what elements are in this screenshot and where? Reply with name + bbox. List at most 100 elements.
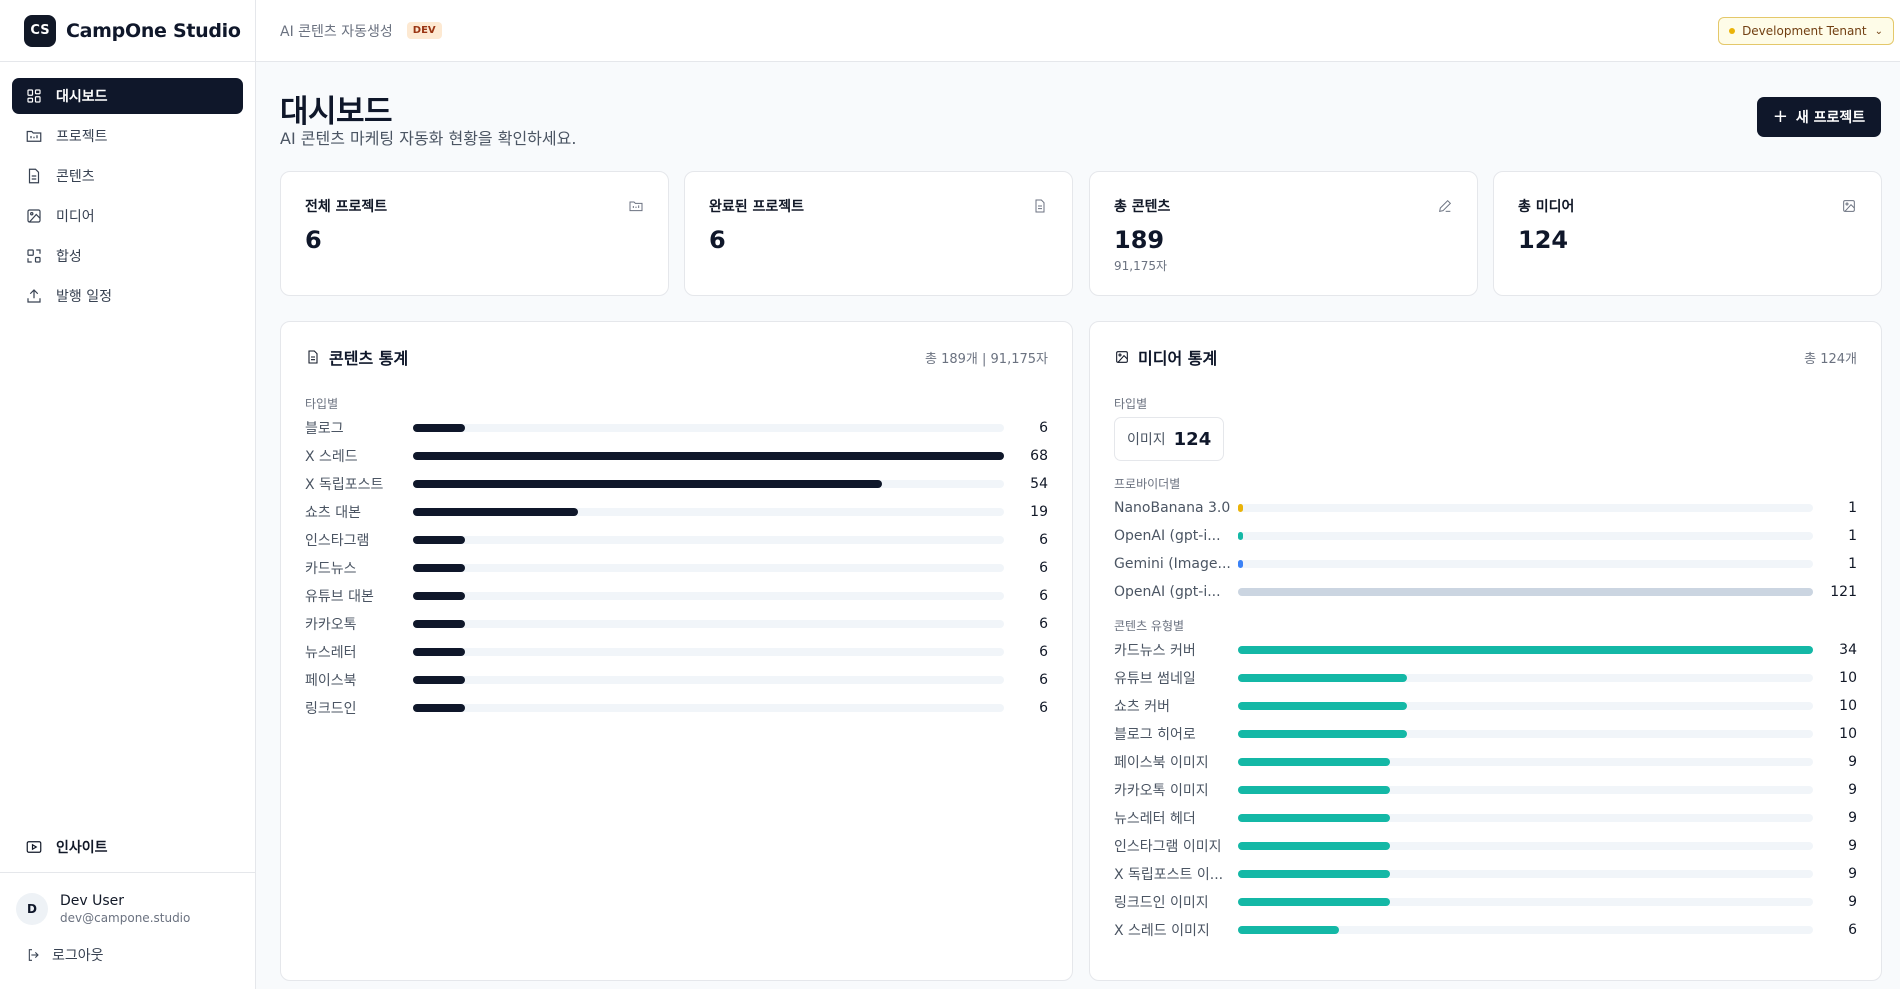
- bar-value: 1: [1848, 556, 1857, 572]
- bar-row: 유튜브 대본 6: [305, 582, 1048, 610]
- content-stats-panel: 콘텐츠 통계 총 189개 | 91,175자 타입별 블로그 6 X 스레드 68 X…: [280, 321, 1073, 981]
- bar-value: 121: [1830, 584, 1857, 600]
- bar-value: 10: [1839, 726, 1857, 742]
- bar-value: 6: [1039, 672, 1048, 688]
- provider-bars: NanoBanana 3.0 1 OpenAI (gpt-i... 1 Gemini (…: [1114, 494, 1857, 606]
- play-icon: [24, 837, 44, 857]
- bar-row: 카드뉴스 6: [305, 554, 1048, 582]
- bar-label: 인스타그램 이미지: [1114, 839, 1222, 855]
- sidebar-item-0[interactable]: 대시보드: [12, 78, 243, 114]
- sidebar-item-5[interactable]: 발행 일정: [12, 278, 243, 314]
- stat-card-total-media: 총 미디어 124: [1493, 171, 1882, 296]
- document-icon: [308, 350, 318, 364]
- bar-row: 인스타그램 6: [305, 526, 1048, 554]
- bar-value: 9: [1848, 810, 1857, 826]
- bar-label: 뉴스레터 헤더: [1114, 811, 1196, 827]
- logout-icon: [28, 949, 39, 961]
- bar-value: 6: [1039, 560, 1048, 576]
- avatar: D: [16, 893, 48, 925]
- panel-meta: 총 124개: [1804, 351, 1857, 367]
- sidebar-item-1[interactable]: 프로젝트: [12, 118, 243, 154]
- new-project-button[interactable]: + 새 프로젝트: [1757, 97, 1881, 137]
- bar-track: [413, 704, 1004, 712]
- bar-label: 카드뉴스: [305, 561, 357, 577]
- bar-row: X 독립포스트 54: [305, 470, 1048, 498]
- stat-value: 189: [1114, 226, 1165, 254]
- bar-track: [1238, 870, 1813, 878]
- composite-icon: [24, 246, 44, 266]
- bar-fill: [1238, 702, 1408, 710]
- logout-button[interactable]: 로그아웃: [16, 945, 255, 965]
- bar-value: 6: [1848, 922, 1857, 938]
- dashboard-icon: [24, 86, 44, 106]
- bar-fill: [413, 564, 466, 572]
- bar-track: [1238, 842, 1813, 850]
- bar-row: 뉴스레터 6: [305, 638, 1048, 666]
- sidebar-item-label: 발행 일정: [56, 289, 112, 305]
- bar-value: 9: [1848, 754, 1857, 770]
- bar-fill: [413, 648, 466, 656]
- stat-value: 124: [1518, 226, 1569, 254]
- bar-label: OpenAI (gpt-i...: [1114, 528, 1221, 544]
- bar-row: X 스레드 이미지 6: [1114, 916, 1857, 944]
- section-label: 콘텐츠 유형별: [1114, 618, 1185, 633]
- bar-track: [413, 508, 1004, 516]
- content-type-bars: 블로그 6 X 스레드 68 X 독립포스트 54 쇼츠 대본 19 인스타그램 6 카드뉴스 6 유튜…: [305, 414, 1048, 722]
- sidebar-item-4[interactable]: 합성: [12, 238, 243, 274]
- bar-value: 9: [1848, 782, 1857, 798]
- tenant-name: Development Tenant: [1742, 24, 1867, 38]
- user-profile[interactable]: D Dev User dev@campone.studio: [16, 893, 255, 925]
- bar-fill: [413, 508, 579, 516]
- bar-track: [413, 564, 1004, 572]
- bar-value: 6: [1039, 420, 1048, 436]
- bar-value: 19: [1030, 504, 1048, 520]
- sidebar-item-insight[interactable]: 인사이트: [12, 829, 243, 865]
- stat-label: 총 미디어: [1518, 199, 1575, 215]
- bar-label: 블로그 히어로: [1114, 727, 1196, 743]
- bar-row: 카드뉴스 커버 34: [1114, 636, 1857, 664]
- bar-label: 뉴스레터: [305, 645, 357, 661]
- document-icon: [24, 166, 44, 186]
- section-label: 타입별: [305, 396, 339, 411]
- bar-track: [1238, 646, 1813, 654]
- bar-label: 페이스북 이미지: [1114, 755, 1209, 771]
- bar-label: 인스타그램: [305, 533, 370, 549]
- section-label: 프로바이더별: [1114, 476, 1181, 491]
- bar-fill: [413, 704, 466, 712]
- bar-label: 쇼츠 대본: [305, 505, 361, 521]
- bar-track: [413, 480, 1004, 488]
- bar-row: 링크드인 이미지 9: [1114, 888, 1857, 916]
- bar-track: [413, 592, 1004, 600]
- bar-row: 인스타그램 이미지 9: [1114, 832, 1857, 860]
- sidebar-item-label: 대시보드: [56, 89, 108, 105]
- panel-header: 콘텐츠 통계 총 189개 | 91,175자: [305, 322, 1048, 392]
- sidebar: CS CampOne Studio 대시보드 프로젝트 콘텐츠 미디어 합성 발행 일정 …: [0, 0, 256, 989]
- bar-label: 유튜브 썸네일: [1114, 671, 1196, 687]
- bar-fill: [1238, 588, 1813, 596]
- bar-fill: [1238, 786, 1391, 794]
- bar-track: [413, 648, 1004, 656]
- bar-track: [1238, 674, 1813, 682]
- sidebar-item-3[interactable]: 미디어: [12, 198, 243, 234]
- stat-label: 완료된 프로젝트: [709, 199, 805, 215]
- main-content: 대시보드 AI 콘텐츠 마케팅 자동화 현황을 확인하세요. + 새 프로젝트 …: [280, 62, 1882, 989]
- stat-card-completed-projects: 완료된 프로젝트 6: [684, 171, 1073, 296]
- user-block: D Dev User dev@campone.studio 로그아웃: [0, 872, 255, 965]
- logout-label: 로그아웃: [52, 948, 104, 964]
- tenant-selector[interactable]: Development Tenant ⌄: [1718, 17, 1894, 45]
- bar-row: 카카오톡 이미지 9: [1114, 776, 1857, 804]
- bar-label: 링크드인: [305, 701, 357, 717]
- bar-track: [1238, 702, 1813, 710]
- stat-value: 6: [305, 226, 322, 254]
- image-icon: [1841, 198, 1857, 214]
- brand[interactable]: CS CampOne Studio: [0, 0, 255, 62]
- bar-row: 블로그 히어로 10: [1114, 720, 1857, 748]
- new-project-label: 새 프로젝트: [1795, 110, 1866, 126]
- bar-row: 뉴스레터 헤더 9: [1114, 804, 1857, 832]
- sidebar-item-2[interactable]: 콘텐츠: [12, 158, 243, 194]
- bar-value: 9: [1848, 866, 1857, 882]
- bar-fill: [1238, 898, 1391, 906]
- bar-value: 54: [1030, 476, 1048, 492]
- bar-fill: [1238, 674, 1408, 682]
- bar-track: [1238, 926, 1813, 934]
